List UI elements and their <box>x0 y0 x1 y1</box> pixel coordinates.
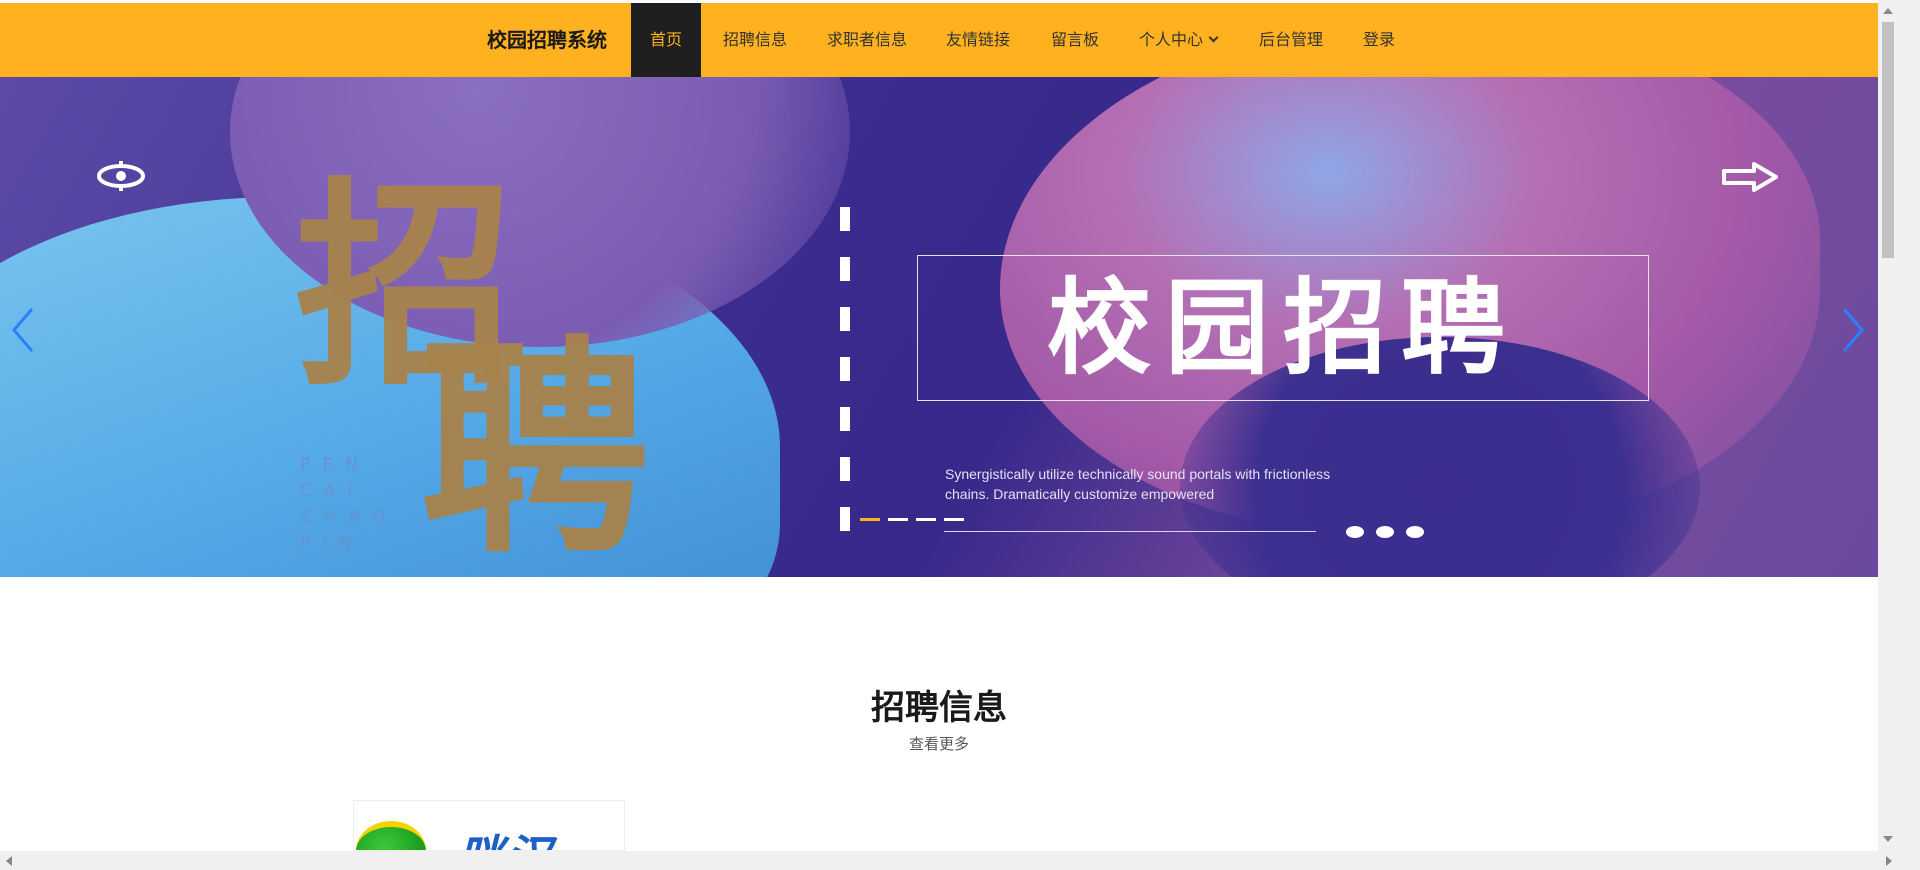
vertical-scroll-thumb[interactable] <box>1882 22 1894 258</box>
page-viewport: 校园招聘系统 首页 招聘信息 求职者信息 友情链接 留言板 个人中心 后台管理 … <box>0 0 1878 851</box>
scroll-down-arrow-icon[interactable] <box>1883 836 1893 842</box>
nav-item-personal-center-label: 个人中心 <box>1139 30 1204 49</box>
pinyin-line: PIN <box>300 533 364 553</box>
chevron-right-icon[interactable] <box>1838 305 1868 355</box>
nav-item-home[interactable]: 首页 <box>631 3 702 77</box>
deco-dash <box>944 518 964 521</box>
carousel-dot[interactable] <box>1346 526 1364 538</box>
banner-headline-box: 校园招聘 <box>917 255 1649 401</box>
deco-dash <box>888 518 908 521</box>
company-logo-text: 咪汉 <box>458 821 554 850</box>
nav-item-jobs[interactable]: 招聘信息 <box>723 3 787 77</box>
deco-dash <box>860 518 880 521</box>
banner-dashed-divider <box>840 207 850 547</box>
chevron-down-icon <box>1208 32 1219 43</box>
nav-item-messageboard[interactable]: 留言板 <box>1051 3 1099 77</box>
horizontal-scrollbar[interactable] <box>0 851 1898 870</box>
scroll-left-arrow-icon[interactable] <box>6 856 12 866</box>
pinyin-line: CAI <box>300 481 365 501</box>
carousel-dot[interactable] <box>1406 526 1424 538</box>
eye-logo-icon <box>97 161 145 191</box>
banner-big-char-pin: 聘 <box>420 318 651 577</box>
pinyin-line: ZHAO <box>300 507 398 527</box>
nav-item-admin[interactable]: 后台管理 <box>1259 3 1323 77</box>
chevron-left-icon[interactable] <box>8 305 38 355</box>
nav-item-personal-center[interactable]: 个人中心 <box>1139 3 1219 77</box>
site-brand[interactable]: 校园招聘系统 <box>487 3 607 77</box>
section-title: 招聘信息 <box>871 688 1007 728</box>
nav-item-login[interactable]: 登录 <box>1363 3 1395 77</box>
job-card-thumbnail[interactable]: 咪汉 <box>353 800 625 851</box>
window-edge <box>1898 0 1920 870</box>
banner-pinyin: PEN CAI ZHAO PIN <box>300 452 397 556</box>
arrow-right-icon <box>1722 162 1778 192</box>
vertical-scrollbar[interactable] <box>1878 0 1898 851</box>
nav-item-links[interactable]: 友情链接 <box>946 3 1010 77</box>
banner-headline: 校园招聘 <box>1046 267 1519 389</box>
pinyin-line: PEN <box>300 455 370 475</box>
company-logo-icon <box>356 821 426 850</box>
scroll-right-arrow-icon[interactable] <box>1886 856 1892 866</box>
deco-dash <box>916 518 936 521</box>
hero-carousel[interactable]: 招 聘 PEN CAI ZHAO PIN 校园招聘 Synergisticall… <box>0 77 1878 577</box>
view-more-link[interactable]: 查看更多 <box>0 733 1878 754</box>
carousel-dot[interactable] <box>1376 526 1394 538</box>
banner-blurb: Synergistically utilize technically soun… <box>945 466 1331 502</box>
banner-deco-dashes <box>860 518 1020 522</box>
top-navbar: 校园招聘系统 首页 招聘信息 求职者信息 友情链接 留言板 个人中心 后台管理 … <box>0 3 1878 77</box>
scroll-up-arrow-icon[interactable] <box>1883 8 1893 14</box>
banner-blurb-underline <box>944 531 1316 532</box>
nav-item-jobseekers[interactable]: 求职者信息 <box>827 3 907 77</box>
